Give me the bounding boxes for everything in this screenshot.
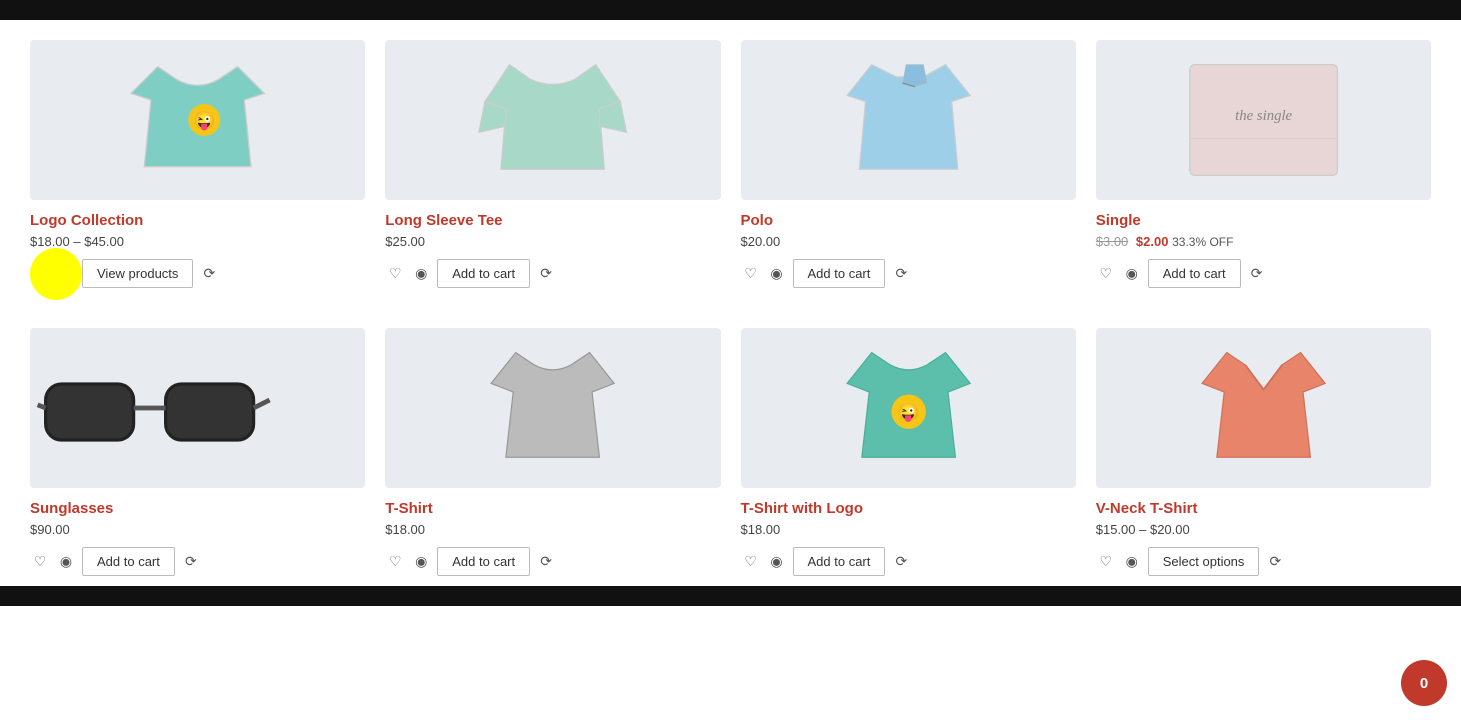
- heart-icon-v-neck-tshirt[interactable]: ♡: [1096, 552, 1116, 572]
- product-actions-v-neck-tshirt: ♡ ◉ Select options ⟳: [1096, 547, 1431, 576]
- refresh-icon-t-shirt-logo[interactable]: ⟳: [891, 552, 911, 572]
- product-actions-polo: ♡ ◉ Add to cart ⟳: [741, 259, 1076, 288]
- bottom-bar: [0, 586, 1461, 606]
- product-image-long-sleeve: [385, 40, 720, 200]
- product-name-long-sleeve-tee: Long Sleeve Tee: [385, 212, 720, 229]
- top-bar: [0, 0, 1461, 20]
- add-to-cart-button-t-shirt[interactable]: Add to cart: [437, 547, 530, 576]
- product-price-new-single: $2.00: [1136, 234, 1169, 249]
- svg-text:😜: 😜: [897, 402, 918, 423]
- product-name-single: Single: [1096, 212, 1431, 229]
- eye-icon-single[interactable]: ◉: [1122, 264, 1142, 284]
- refresh-icon-polo[interactable]: ⟳: [891, 264, 911, 284]
- product-actions-t-shirt: ♡ ◉ Add to cart ⟳: [385, 547, 720, 576]
- product-card-long-sleeve-tee: Long Sleeve Tee $25.00 ♡ ◉ Add to cart ⟳: [375, 30, 730, 298]
- add-to-cart-button-long-sleeve-tee[interactable]: Add to cart: [437, 259, 530, 288]
- product-name-polo: Polo: [741, 212, 1076, 229]
- product-card-sunglasses: Sunglasses $90.00 ♡ ◉ Add to cart ⟳: [20, 318, 375, 586]
- product-name-v-neck-tshirt: V-Neck T-Shirt: [1096, 500, 1431, 517]
- add-to-cart-button-polo[interactable]: Add to cart: [793, 259, 886, 288]
- product-image-t-shirt-logo: 😜: [741, 328, 1076, 488]
- heart-icon-long-sleeve-tee[interactable]: ♡: [385, 264, 405, 284]
- product-price-old-single: $3.00: [1096, 234, 1129, 249]
- heart-icon-sunglasses[interactable]: ♡: [30, 552, 50, 572]
- product-image-v-neck-tshirt: [1096, 328, 1431, 488]
- product-price-v-neck-tshirt: $15.00 – $20.00: [1096, 522, 1431, 537]
- add-to-cart-button-sunglasses[interactable]: Add to cart: [82, 547, 175, 576]
- add-to-cart-button-single[interactable]: Add to cart: [1148, 259, 1241, 288]
- bottom-row: Sunglasses $90.00 ♡ ◉ Add to cart ⟳ T-Sh…: [0, 308, 1461, 586]
- eye-icon-t-shirt[interactable]: ◉: [411, 552, 431, 572]
- product-actions-single: ♡ ◉ Add to cart ⟳: [1096, 259, 1431, 288]
- top-row: 😜 Logo Collection $18.00 – $45.00 ♡ ◉ Vi…: [0, 20, 1461, 298]
- product-card-single: the single Single $3.00 $2.00 33.3% OFF …: [1086, 30, 1441, 298]
- product-price-long-sleeve-tee: $25.00: [385, 234, 720, 249]
- product-card-polo: Polo $20.00 ♡ ◉ Add to cart ⟳: [731, 30, 1086, 298]
- heart-icon-single[interactable]: ♡: [1096, 264, 1116, 284]
- product-card-v-neck-tshirt: V-Neck T-Shirt $15.00 – $20.00 ♡ ◉ Selec…: [1086, 318, 1441, 586]
- product-actions-long-sleeve-tee: ♡ ◉ Add to cart ⟳: [385, 259, 720, 288]
- product-image-t-shirt: [385, 328, 720, 488]
- product-price-t-shirt: $18.00: [385, 522, 720, 537]
- eye-icon-sunglasses[interactable]: ◉: [56, 552, 76, 572]
- product-card-logo-collection: 😜 Logo Collection $18.00 – $45.00 ♡ ◉ Vi…: [20, 30, 375, 298]
- cart-button[interactable]: 0: [1401, 660, 1447, 706]
- refresh-icon-single[interactable]: ⟳: [1247, 264, 1267, 284]
- eye-icon-polo[interactable]: ◉: [767, 264, 787, 284]
- add-to-cart-button-t-shirt-logo[interactable]: Add to cart: [793, 547, 886, 576]
- page-wrapper: 😜 Logo Collection $18.00 – $45.00 ♡ ◉ Vi…: [0, 0, 1461, 606]
- product-name-t-shirt: T-Shirt: [385, 500, 720, 517]
- heart-icon-t-shirt[interactable]: ♡: [385, 552, 405, 572]
- product-card-t-shirt-logo: 😜 T-Shirt with Logo $18.00 ♡ ◉ Add to ca…: [731, 318, 1086, 586]
- cart-count: 0: [1420, 675, 1428, 692]
- refresh-icon-t-shirt[interactable]: ⟳: [536, 552, 556, 572]
- view-products-button-logo-collection[interactable]: View products: [82, 259, 193, 288]
- refresh-icon-logo-collection[interactable]: ⟳: [199, 264, 219, 284]
- product-image-sunglasses: [30, 328, 365, 488]
- svg-text:the single: the single: [1235, 108, 1292, 124]
- product-image-single: the single: [1096, 40, 1431, 200]
- svg-text:😜: 😜: [194, 111, 216, 132]
- product-price-polo: $20.00: [741, 234, 1076, 249]
- product-name-sunglasses: Sunglasses: [30, 500, 365, 517]
- product-image-logo-collection: 😜: [30, 40, 365, 200]
- heart-icon-t-shirt-logo[interactable]: ♡: [741, 552, 761, 572]
- eye-icon-long-sleeve-tee[interactable]: ◉: [411, 264, 431, 284]
- product-actions-t-shirt-logo: ♡ ◉ Add to cart ⟳: [741, 547, 1076, 576]
- product-card-t-shirt: T-Shirt $18.00 ♡ ◉ Add to cart ⟳: [375, 318, 730, 586]
- select-options-button-v-neck-tshirt[interactable]: Select options: [1148, 547, 1260, 576]
- product-price-single: $3.00 $2.00 33.3% OFF: [1096, 234, 1431, 249]
- product-name-logo-collection: Logo Collection: [30, 212, 365, 229]
- product-price-sunglasses: $90.00: [30, 522, 365, 537]
- product-price-t-shirt-logo: $18.00: [741, 522, 1076, 537]
- product-image-polo: [741, 40, 1076, 200]
- refresh-icon-v-neck-tshirt[interactable]: ⟳: [1265, 552, 1285, 572]
- refresh-icon-long-sleeve-tee[interactable]: ⟳: [536, 264, 556, 284]
- product-price-logo-collection: $18.00 – $45.00: [30, 234, 365, 249]
- product-price-off-single: 33.3% OFF: [1172, 235, 1233, 249]
- eye-icon-t-shirt-logo[interactable]: ◉: [767, 552, 787, 572]
- eye-icon-v-neck-tshirt[interactable]: ◉: [1122, 552, 1142, 572]
- product-actions-sunglasses: ♡ ◉ Add to cart ⟳: [30, 547, 365, 576]
- product-name-t-shirt-logo: T-Shirt with Logo: [741, 500, 1076, 517]
- refresh-icon-sunglasses[interactable]: ⟳: [181, 552, 201, 572]
- heart-icon-polo[interactable]: ♡: [741, 264, 761, 284]
